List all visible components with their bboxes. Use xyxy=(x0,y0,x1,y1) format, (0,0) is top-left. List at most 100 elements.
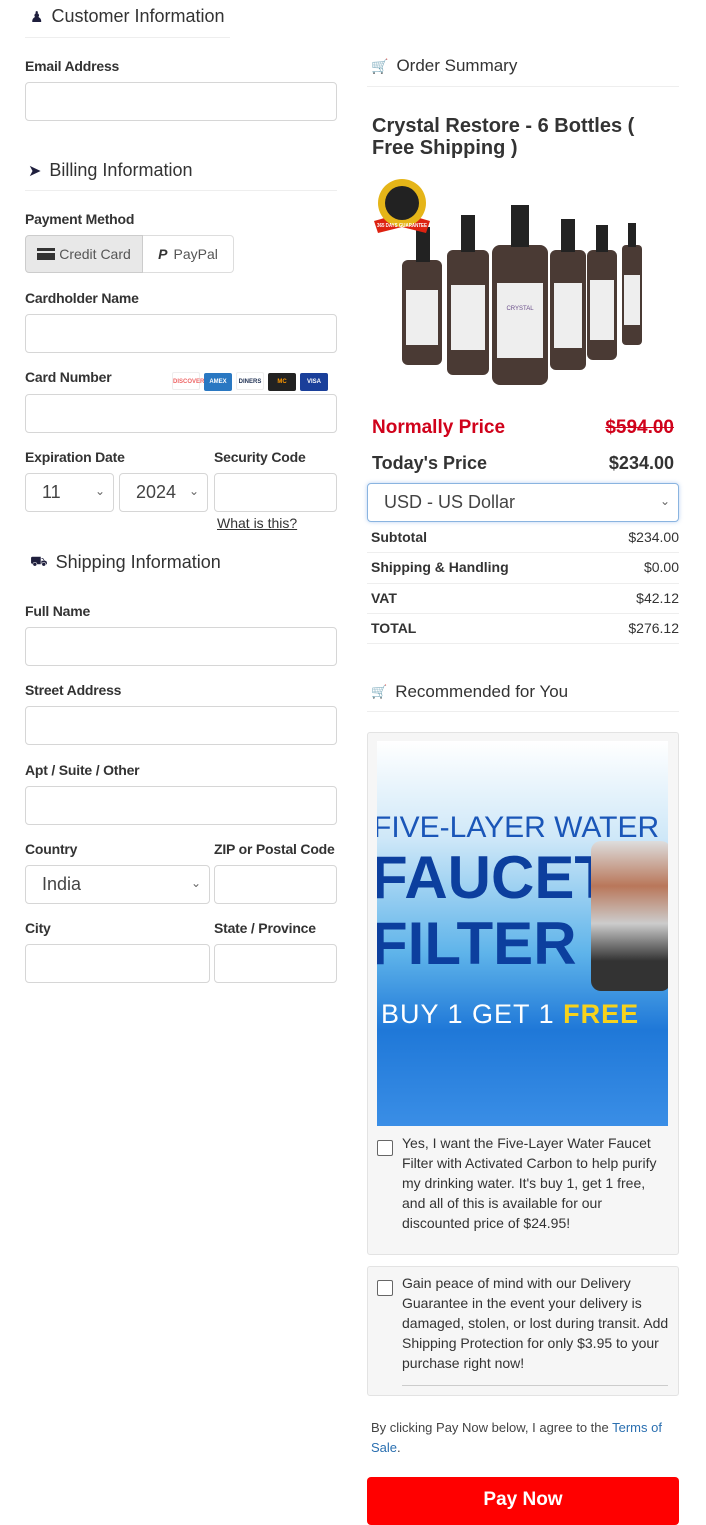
paypal-icon: P xyxy=(158,246,168,262)
bottle: CRYSTAL xyxy=(492,205,548,385)
expiration-month-select[interactable]: 11 ⌄ xyxy=(25,473,114,512)
state-label: State / Province xyxy=(214,920,316,936)
email-label: Email Address xyxy=(25,58,120,74)
full-name-input[interactable] xyxy=(25,627,337,666)
security-code-label: Security Code xyxy=(214,449,306,465)
shipping-protection-checkbox[interactable] xyxy=(377,1280,393,1296)
divider xyxy=(367,613,679,614)
security-code-input[interactable] xyxy=(214,473,337,512)
card-brand-icons: DISCOVER AMEX DINERS MC VISA xyxy=(168,370,328,391)
month-value: 11 xyxy=(42,482,61,502)
brand-text: CRYSTAL xyxy=(506,306,534,312)
product-image: CRYSTAL 365 DAYS GUARANTEE xyxy=(374,179,642,385)
currency-select[interactable]: USD - US Dollar ⌄ xyxy=(367,483,679,522)
row-label: TOTAL xyxy=(371,620,417,636)
offer-text: Yes, I want the Five-Layer Water Faucet … xyxy=(402,1135,657,1231)
user-icon: ♟ xyxy=(30,8,44,26)
summary-row-vat: VAT $42.12 xyxy=(371,590,679,606)
guarantee-badge-text: 365 DAYS GUARANTEE xyxy=(377,223,428,229)
bottle xyxy=(587,225,617,360)
divider xyxy=(25,190,337,191)
divider xyxy=(367,711,679,712)
todays-price-label: Today's Price xyxy=(372,453,487,473)
summary-row-shipping: Shipping & Handling $0.00 xyxy=(371,559,679,575)
chevron-down-icon: ⌄ xyxy=(94,484,105,498)
banner-free: FREE xyxy=(563,999,640,1029)
section-title: Customer Information xyxy=(51,6,225,26)
city-input[interactable] xyxy=(25,944,210,983)
bottle xyxy=(402,227,442,365)
row-label: Subtotal xyxy=(371,529,427,545)
email-input[interactable] xyxy=(25,82,337,121)
city-label: City xyxy=(25,920,51,936)
chevron-down-icon: ⌄ xyxy=(659,494,670,508)
row-value: $276.12 xyxy=(628,620,679,636)
diners-icon: DINERS xyxy=(236,372,264,390)
country-select[interactable]: India ⌄ xyxy=(25,865,210,904)
row-label: VAT xyxy=(371,590,397,606)
row-value: $0.00 xyxy=(643,559,679,575)
terms-text: By clicking Pay Now below, I agree to th… xyxy=(371,1418,676,1458)
mastercard-icon: MC xyxy=(268,373,296,391)
row-value: $234.00 xyxy=(628,529,679,545)
amex-icon: AMEX xyxy=(204,373,232,391)
credit-card-button[interactable]: Credit Card xyxy=(25,235,143,273)
pay-now-button[interactable]: Pay Now xyxy=(367,1477,679,1525)
what-is-this-link[interactable]: What is this? xyxy=(217,515,297,531)
divider xyxy=(367,552,679,553)
section-title: Order Summary xyxy=(396,56,518,75)
row-value: $42.12 xyxy=(636,590,679,606)
terms-suffix: . xyxy=(397,1440,401,1455)
section-title: Recommended for You xyxy=(395,682,569,701)
divider xyxy=(367,86,679,87)
divider xyxy=(367,643,679,644)
zip-input[interactable] xyxy=(214,865,337,904)
paypal-button[interactable]: P PayPal xyxy=(143,235,234,273)
todays-price-value: $234.00 xyxy=(608,453,674,473)
street-address-input[interactable] xyxy=(25,706,337,745)
state-input[interactable] xyxy=(214,944,337,983)
summary-row-subtotal: Subtotal $234.00 xyxy=(371,529,679,545)
tags-icon: ➤ xyxy=(28,162,42,180)
card-number-label: Card Number xyxy=(25,369,112,385)
divider xyxy=(25,37,230,38)
bottle xyxy=(622,223,642,345)
expiration-year-select[interactable]: 2024 ⌄ xyxy=(119,473,208,512)
discover-icon: DISCOVER xyxy=(172,372,204,390)
card-number-input[interactable] xyxy=(25,394,337,433)
banner-line: FIVE-LAYER WATER xyxy=(377,811,660,844)
year-value: 2024 xyxy=(136,482,177,502)
truck-icon: ⛟ xyxy=(30,553,48,569)
chevron-down-icon: ⌄ xyxy=(190,876,201,890)
divider xyxy=(367,583,679,584)
expiration-label: Expiration Date xyxy=(25,449,125,465)
country-label: Country xyxy=(25,841,78,857)
cardholder-label: Cardholder Name xyxy=(25,290,139,306)
guarantee-badge-icon: 365 DAYS GUARANTEE xyxy=(374,179,430,233)
bottle xyxy=(447,215,489,375)
billing-information-header: ➤ Billing Information xyxy=(28,160,192,181)
filter-product-image xyxy=(591,841,668,991)
country-value: India xyxy=(42,874,82,894)
shipping-information-header: ⛟ Shipping Information xyxy=(30,552,221,573)
product-title: Crystal Restore - 6 Bottles ( Free Shipp… xyxy=(372,115,635,159)
cart-plus-icon: 🛒 xyxy=(371,684,388,699)
apt-label: Apt / Suite / Other xyxy=(25,762,140,778)
bottle xyxy=(550,219,586,370)
section-title: Billing Information xyxy=(49,160,193,180)
credit-card-label: Credit Card xyxy=(59,246,131,262)
order-summary-header: 🛒 Order Summary xyxy=(371,56,517,76)
full-name-label: Full Name xyxy=(25,603,91,619)
divider xyxy=(402,1385,668,1386)
row-label: Shipping & Handling xyxy=(371,559,509,575)
normally-price-label: Normally Price xyxy=(372,417,506,438)
apt-input[interactable] xyxy=(25,786,337,825)
visa-icon: VISA xyxy=(300,373,328,391)
protection-text: Gain peace of mind with our Delivery Gua… xyxy=(402,1275,669,1371)
banner-line: FILTER xyxy=(377,910,577,977)
summary-row-total: TOTAL $276.12 xyxy=(371,620,679,636)
faucet-filter-checkbox[interactable] xyxy=(377,1140,393,1156)
cardholder-name-input[interactable] xyxy=(25,314,337,353)
chevron-down-icon: ⌄ xyxy=(188,484,199,498)
street-label: Street Address xyxy=(25,682,122,698)
